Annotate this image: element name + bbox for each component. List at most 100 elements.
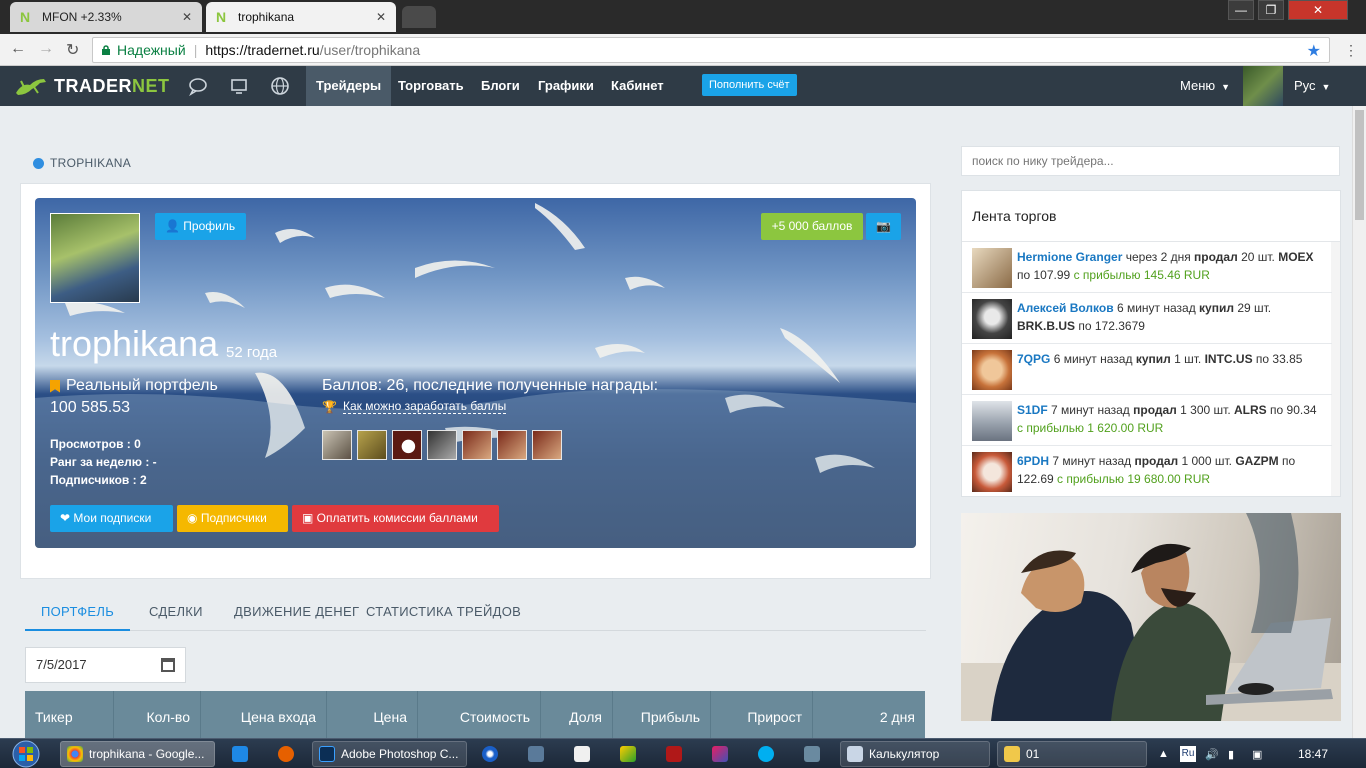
trade-ticker[interactable]: GAZPM xyxy=(1235,454,1278,468)
trader-name[interactable]: 7QPG xyxy=(1017,352,1050,366)
camera-button[interactable]: 📷 xyxy=(866,213,901,240)
language-dropdown[interactable]: Рус ▼ xyxy=(1294,66,1330,106)
forward-icon[interactable]: → xyxy=(38,40,54,58)
award-badge[interactable] xyxy=(392,430,422,460)
globe-icon[interactable] xyxy=(270,76,290,96)
menu-dropdown[interactable]: Меню ▼ xyxy=(1180,66,1230,106)
new-tab-button[interactable] xyxy=(402,6,436,28)
award-badge[interactable] xyxy=(427,430,457,460)
award-badge[interactable] xyxy=(532,430,562,460)
nav-blogs[interactable]: Блоги xyxy=(471,66,530,106)
nav-cabinet[interactable]: Кабинет xyxy=(601,66,674,106)
trade-ticker[interactable]: MOEX xyxy=(1278,250,1313,264)
award-badge[interactable] xyxy=(357,430,387,460)
column-header[interactable]: Доля xyxy=(541,691,613,738)
date-picker-input[interactable]: 7/5/2017 xyxy=(25,647,186,683)
my-subscriptions-button[interactable]: ❤ Мои подписки xyxy=(50,505,173,532)
taskbar-folder[interactable]: 01 xyxy=(997,741,1147,767)
app-icon[interactable] xyxy=(666,746,682,762)
nav-charts[interactable]: Графики xyxy=(528,66,604,106)
column-header[interactable]: Цена xyxy=(327,691,418,738)
trader-search-input[interactable] xyxy=(961,146,1340,176)
reload-icon[interactable]: ↻ xyxy=(66,40,79,60)
award-badge[interactable] xyxy=(462,430,492,460)
tab-portfolio[interactable]: ПОРТФЕЛЬ xyxy=(25,595,131,631)
advertisement-image[interactable] xyxy=(961,513,1341,721)
taskbar-photoshop[interactable]: Adobe Photoshop C... xyxy=(312,741,467,767)
column-header[interactable]: Прибыль xyxy=(613,691,711,738)
trader-avatar[interactable] xyxy=(972,452,1012,492)
feed-item[interactable]: 6PDH 7 минут назад продал 1 000 шт. GAZP… xyxy=(962,446,1332,496)
chat-icon[interactable] xyxy=(188,76,208,96)
bookmark-star-icon[interactable]: ★ xyxy=(1307,41,1321,61)
minimize-window-button[interactable]: — xyxy=(1228,0,1254,20)
solitaire-icon[interactable] xyxy=(574,746,590,762)
trader-name[interactable]: Hermione Granger xyxy=(1017,250,1122,264)
trader-avatar[interactable] xyxy=(972,299,1012,339)
feed-item[interactable]: 7QPG 6 минут назад купил 1 шт. INTC.US п… xyxy=(962,344,1332,395)
feed-item[interactable]: Hermione Granger через 2 дня продал 20 ш… xyxy=(962,242,1332,293)
scrollbar-thumb[interactable] xyxy=(1355,110,1364,220)
close-tab-icon[interactable]: ✕ xyxy=(376,10,386,24)
column-header[interactable]: Прирост xyxy=(711,691,813,738)
app-icon[interactable] xyxy=(620,746,636,762)
profile-photo[interactable] xyxy=(50,213,140,303)
browser-tab-mfon[interactable]: N MFON +2.33% ✕ xyxy=(10,2,202,32)
windows-start-icon[interactable] xyxy=(6,739,46,768)
browser-menu-icon[interactable]: ⋮ xyxy=(1344,42,1358,59)
back-icon[interactable]: ← xyxy=(10,40,26,58)
column-header[interactable]: 2 дня xyxy=(813,691,925,738)
app-icon[interactable] xyxy=(528,746,544,762)
tab-deals[interactable]: СДЕЛКИ xyxy=(149,595,203,631)
column-header[interactable]: Стоимость xyxy=(418,691,541,738)
close-tab-icon[interactable]: ✕ xyxy=(182,10,192,24)
app-icon[interactable] xyxy=(804,746,820,762)
user-avatar[interactable] xyxy=(1243,66,1283,106)
topup-button[interactable]: Пополнить счёт xyxy=(702,74,797,96)
calendar-icon[interactable] xyxy=(161,658,175,672)
pay-commission-button[interactable]: ▣ Оплатить комиссии баллами xyxy=(292,505,499,532)
trader-avatar[interactable] xyxy=(972,350,1012,390)
profile-button[interactable]: 👤 Профиль xyxy=(155,213,246,240)
taskbar-chrome[interactable]: trophikana - Google... xyxy=(60,741,215,767)
app-icon[interactable] xyxy=(712,746,728,762)
trader-name[interactable]: S1DF xyxy=(1017,403,1048,417)
column-header[interactable]: Цена входа xyxy=(201,691,327,738)
language-indicator[interactable]: Ru xyxy=(1180,746,1196,762)
trader-avatar[interactable] xyxy=(972,248,1012,288)
firefox-icon[interactable] xyxy=(278,746,294,762)
app-icon[interactable] xyxy=(482,746,498,762)
tab-trade-stats[interactable]: СТАТИСТИКА ТРЕЙДОВ xyxy=(366,595,521,631)
trade-ticker[interactable]: INTC.US xyxy=(1205,352,1253,366)
volume-icon[interactable]: 🔊 xyxy=(1205,739,1219,768)
monitor-icon[interactable] xyxy=(229,76,249,96)
close-window-button[interactable]: ✕ xyxy=(1288,0,1348,20)
followers-button[interactable]: ◉ Подписчики xyxy=(177,505,288,532)
feed-item[interactable]: Алексей Волков 6 минут назад купил 29 шт… xyxy=(962,293,1332,344)
award-badge[interactable] xyxy=(497,430,527,460)
trade-ticker[interactable]: BRK.B.US xyxy=(1017,319,1075,333)
battery-icon[interactable]: ▣ xyxy=(1252,739,1262,768)
internet-explorer-icon[interactable] xyxy=(232,746,248,762)
tab-cash-flow[interactable]: ДВИЖЕНИЕ ДЕНЕГ xyxy=(234,595,359,631)
default-avatar-icon[interactable] xyxy=(972,401,1012,441)
url-input[interactable]: Надежный | https://tradernet.ru/user/tro… xyxy=(92,37,1330,63)
taskbar-calculator[interactable]: Калькулятор xyxy=(840,741,990,767)
page-scrollbar[interactable] xyxy=(1352,106,1366,738)
network-icon[interactable]: ▮ xyxy=(1228,739,1234,768)
browser-tab-trophikana[interactable]: N trophikana ✕ xyxy=(206,2,396,32)
skype-icon[interactable] xyxy=(758,746,774,762)
award-badge[interactable] xyxy=(322,430,352,460)
trader-name[interactable]: Алексей Волков xyxy=(1017,301,1114,315)
nav-traders[interactable]: Трейдеры xyxy=(306,66,392,106)
bonus-points-button[interactable]: +5 000 баллов xyxy=(761,213,863,240)
feed-scrollbar[interactable] xyxy=(1331,242,1340,496)
howto-earn-link[interactable]: 🏆 Как можно заработать баллы xyxy=(322,399,507,414)
show-hidden-icons-icon[interactable]: ▲ xyxy=(1158,739,1169,768)
trade-ticker[interactable]: ALRS xyxy=(1234,403,1267,417)
tradernet-logo[interactable]: TRADERNET xyxy=(14,73,170,99)
column-header[interactable]: Кол-во xyxy=(114,691,201,738)
nav-trade[interactable]: Торговать xyxy=(388,66,474,106)
trader-name[interactable]: 6PDH xyxy=(1017,454,1049,468)
column-header[interactable]: Тикер xyxy=(25,691,114,738)
